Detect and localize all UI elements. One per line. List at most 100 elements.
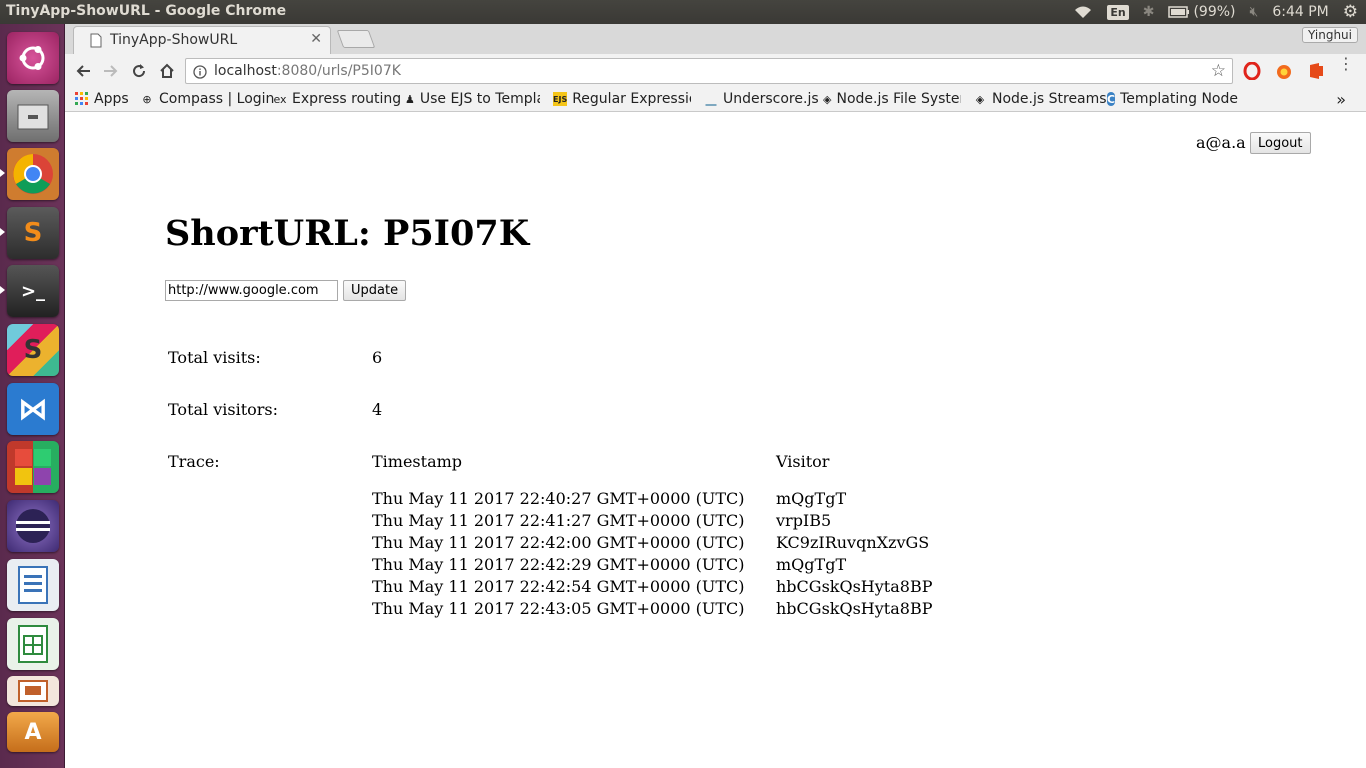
app-grid-icon[interactable] xyxy=(7,441,59,493)
timestamp-cell: Thu May 11 2017 22:43:05 GMT+0000 (UTC) xyxy=(372,599,745,618)
back-button[interactable] xyxy=(72,60,94,82)
ejs-person-icon: ♟ xyxy=(405,92,415,106)
new-tab-button[interactable] xyxy=(336,30,376,48)
total-visits-label: Total visits: xyxy=(168,348,261,367)
timestamp-cell: Thu May 11 2017 22:42:54 GMT+0000 (UTC) xyxy=(372,577,745,596)
reload-button[interactable] xyxy=(128,60,150,82)
tab-title: TinyApp-ShowURL xyxy=(110,32,238,48)
vscode-icon[interactable]: ⋈ xyxy=(7,383,59,435)
timestamp-cell: Thu May 11 2017 22:42:00 GMT+0000 (UTC) xyxy=(372,533,745,552)
chrome-icon[interactable] xyxy=(7,148,59,200)
software-center-icon[interactable]: A xyxy=(7,712,59,752)
url-text: localhost:8080/urls/P5I07K xyxy=(214,63,401,79)
visitor-cell: mQgTgT xyxy=(776,489,847,508)
compass-icon: ⊕ xyxy=(142,92,152,106)
table-row: Thu May 11 2017 22:40:27 GMT+0000 (UTC) … xyxy=(372,489,1022,511)
bookmark-nodejs-streams[interactable]: ◈ Node.js Streams xyxy=(973,91,1107,107)
menu-icon[interactable]: ⋮ xyxy=(1338,56,1354,72)
page-icon xyxy=(90,33,102,52)
bookmark-use-ejs[interactable]: ♟ Use EJS to Templa xyxy=(405,91,540,107)
underscore-icon: __ xyxy=(705,92,717,106)
files-icon[interactable] xyxy=(7,90,59,142)
nodejs-icon: ◈ xyxy=(823,92,832,106)
bluetooth-icon[interactable]: ✱ xyxy=(1143,4,1155,20)
express-icon: ex xyxy=(273,92,287,106)
trace-table: Thu May 11 2017 22:40:27 GMT+0000 (UTC) … xyxy=(372,489,1022,621)
running-indicator xyxy=(0,286,5,294)
browser-toolbar: localhost:8080/urls/P5I07K ☆ ⋮ xyxy=(65,54,1366,88)
total-visitors-value: 4 xyxy=(372,400,383,419)
visitor-cell: hbCGskQsHyta8BP xyxy=(776,577,933,596)
info-icon[interactable] xyxy=(193,64,207,83)
trace-label: Trace: xyxy=(168,452,220,471)
home-button[interactable] xyxy=(156,60,178,82)
home-icon xyxy=(160,63,174,78)
office-extension-icon[interactable] xyxy=(1307,62,1325,80)
address-bar[interactable]: localhost:8080/urls/P5I07K ☆ xyxy=(185,58,1233,84)
total-visitors-label: Total visitors: xyxy=(168,400,279,419)
timestamp-header: Timestamp xyxy=(372,452,463,471)
long-url-input[interactable] xyxy=(165,280,338,301)
profile-button[interactable]: Yinghui xyxy=(1301,27,1358,43)
close-icon[interactable]: ✕ xyxy=(310,31,322,47)
timestamp-cell: Thu May 11 2017 22:40:27 GMT+0000 (UTC) xyxy=(372,489,745,508)
logout-button[interactable]: Logout xyxy=(1250,132,1311,154)
visitor-cell: mQgTgT xyxy=(776,555,847,574)
arrow-left-icon xyxy=(76,65,90,77)
bookmarks-bar: Apps ⊕ Compass | Login ex Express routin… xyxy=(65,88,1366,112)
firefox-extension-icon[interactable] xyxy=(1275,62,1293,80)
opera-extension-icon[interactable] xyxy=(1243,61,1261,81)
visitor-header: Visitor xyxy=(776,452,830,471)
bookmark-express-routing[interactable]: ex Express routing xyxy=(273,91,401,107)
os-top-panel: TinyApp-ShowURL - Google Chrome En ✱ (99… xyxy=(0,0,1366,24)
libreoffice-calc-icon[interactable] xyxy=(7,618,59,670)
ejs-icon: EJS xyxy=(553,92,568,106)
libreoffice-impress-icon[interactable] xyxy=(7,676,59,706)
reload-icon xyxy=(133,64,146,78)
window-title: TinyApp-ShowURL - Google Chrome xyxy=(6,3,287,19)
forward-button[interactable] xyxy=(100,60,122,82)
tab-strip: TinyApp-ShowURL ✕ Yinghui xyxy=(65,24,1366,54)
battery-indicator[interactable]: (99%) xyxy=(1168,4,1236,20)
arrow-right-icon xyxy=(104,65,118,77)
system-tray: En ✱ (99%) 🔇︎ 6:44 PM ⚙ xyxy=(1073,0,1358,24)
bookmark-star-icon[interactable]: ☆ xyxy=(1211,61,1226,81)
launcher: S >_ S ⋈ A xyxy=(0,24,65,768)
apps-grid-icon xyxy=(75,92,89,106)
page-content: a@a.a Logout ShortURL: P5I07K Update Tot… xyxy=(65,113,1366,768)
bookmark-regular-expression[interactable]: EJS Regular Expression xyxy=(553,91,691,107)
browser-tab[interactable]: TinyApp-ShowURL ✕ xyxy=(73,26,331,54)
running-indicator xyxy=(0,228,5,236)
keyboard-layout-indicator[interactable]: En xyxy=(1107,4,1129,20)
battery-icon xyxy=(1168,6,1190,18)
table-row: Thu May 11 2017 22:43:05 GMT+0000 (UTC) … xyxy=(372,599,1022,621)
visitor-cell: KC9zIRuvqnXzvGS xyxy=(776,533,930,552)
battery-percent: (99%) xyxy=(1193,4,1236,20)
total-visits-value: 6 xyxy=(372,348,383,367)
terminal-icon[interactable]: >_ xyxy=(7,265,59,317)
clock[interactable]: 6:44 PM xyxy=(1272,4,1328,20)
table-row: Thu May 11 2017 22:42:00 GMT+0000 (UTC) … xyxy=(372,533,1022,555)
c-logo-icon: C xyxy=(1107,92,1116,106)
bookmark-nodejs-file-system[interactable]: ◈ Node.js File Syster xyxy=(823,91,961,107)
more-bookmarks-icon[interactable]: » xyxy=(1336,90,1346,109)
slack-icon[interactable]: S xyxy=(7,324,59,376)
visitor-cell: hbCGskQsHyta8BP xyxy=(776,599,933,618)
gear-icon[interactable]: ⚙ xyxy=(1343,2,1358,22)
sublime-text-icon[interactable]: S xyxy=(7,207,59,259)
eclipse-icon[interactable] xyxy=(7,500,59,552)
wifi-icon[interactable] xyxy=(1073,5,1093,19)
update-button[interactable]: Update xyxy=(343,280,407,301)
table-row: Thu May 11 2017 22:42:29 GMT+0000 (UTC) … xyxy=(372,555,1022,577)
bookmark-compass[interactable]: ⊕ Compass | Login xyxy=(140,91,274,107)
bookmark-underscore[interactable]: __ Underscore.js xyxy=(704,91,819,107)
bookmark-apps[interactable]: Apps xyxy=(75,91,129,107)
visitor-cell: vrpIB5 xyxy=(776,511,832,530)
table-row: Thu May 11 2017 22:41:27 GMT+0000 (UTC) … xyxy=(372,511,1022,533)
page-title: ShortURL: P5I07K xyxy=(165,213,530,254)
bookmark-templating-node[interactable]: C Templating Node a xyxy=(1107,91,1242,107)
table-row: Thu May 11 2017 22:42:54 GMT+0000 (UTC) … xyxy=(372,577,1022,599)
libreoffice-writer-icon[interactable] xyxy=(7,559,59,611)
ubuntu-dash-icon[interactable] xyxy=(7,32,59,84)
volume-muted-icon[interactable]: 🔇︎ xyxy=(1250,4,1259,20)
